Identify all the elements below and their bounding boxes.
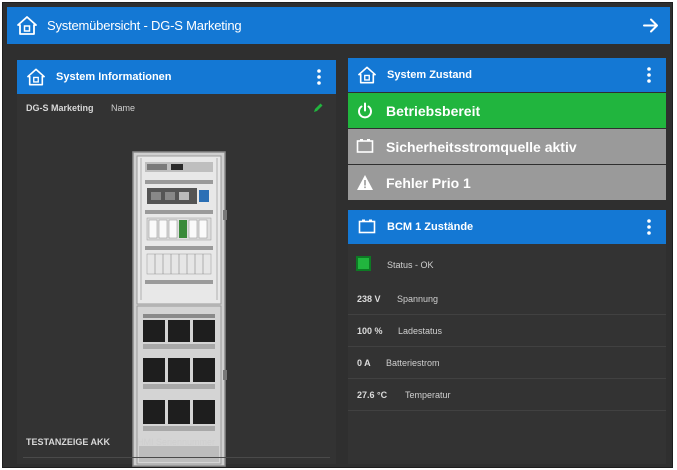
state-safety-power-label: Sicherheitsstromquelle aktiv <box>386 139 577 155</box>
cabinet-image <box>132 151 227 467</box>
charge-label: Ladestatus <box>398 326 443 336</box>
state-safety-power: Sicherheitsstromquelle aktiv <box>348 129 666 164</box>
measurement-row: 238 V Spannung <box>348 283 666 315</box>
page-title: Systemübersicht - DG-S Marketing <box>47 18 242 33</box>
system-info-title: System Informationen <box>56 71 172 83</box>
state-error-prio1: Fehler Prio 1 <box>348 165 666 200</box>
app-window: Systemübersicht - DG-S Marketing System … <box>2 2 673 468</box>
arrow-right-icon[interactable] <box>642 17 660 34</box>
state-error-prio1-label: Fehler Prio 1 <box>386 175 471 191</box>
hmi-serial-label: HMI Seriennummer <box>137 437 216 447</box>
battery-icon <box>358 219 376 234</box>
kebab-menu-icon[interactable] <box>646 66 652 84</box>
battery-icon <box>356 139 374 153</box>
state-ready: Betriebsbereit <box>348 93 666 128</box>
status-indicator <box>356 256 371 271</box>
charge-value: 100 % <box>357 326 383 336</box>
top-bar: Systemübersicht - DG-S Marketing <box>7 7 670 44</box>
measurement-row: 0 A Batteriestrom <box>348 347 666 379</box>
home-icon[interactable] <box>17 16 37 35</box>
system-state-title: System Zustand <box>387 69 472 81</box>
home-icon <box>27 68 45 86</box>
system-name-label: Name <box>111 103 136 113</box>
bcm-card: BCM 1 Zustände Status - OK 238 V Spannun… <box>348 210 666 464</box>
system-state-header: System Zustand <box>348 58 666 92</box>
kebab-menu-icon[interactable] <box>316 68 322 86</box>
temperature-label: Temperatur <box>405 390 451 400</box>
temperature-value: 27.6 °C <box>357 390 388 400</box>
divider <box>23 457 330 458</box>
hmi-serial-row: TESTANZEIGE AKK HMI Seriennummer <box>26 437 215 447</box>
system-name-value: DG-S Marketing <box>26 103 94 113</box>
home-icon <box>358 66 376 84</box>
voltage-label: Spannung <box>397 294 439 304</box>
system-name-row: DG-S Marketing Name <box>26 103 135 113</box>
hmi-serial-value: TESTANZEIGE AKK <box>26 437 111 447</box>
bcm-header: BCM 1 Zustände <box>348 210 666 244</box>
measurement-row: 27.6 °C Temperatur <box>348 379 666 411</box>
divider <box>348 410 666 411</box>
current-value: 0 A <box>357 358 371 368</box>
measurement-row: 100 % Ladestatus <box>348 315 666 347</box>
system-state-card: System Zustand Betriebsbereit Sicherheit… <box>348 58 666 200</box>
system-info-header: System Informationen <box>17 60 336 94</box>
edit-pencil-icon[interactable] <box>312 102 324 114</box>
system-info-card: System Informationen DG-S Marketing Name <box>17 60 336 467</box>
kebab-menu-icon[interactable] <box>646 218 652 236</box>
warning-icon <box>357 175 373 190</box>
power-icon <box>358 102 372 119</box>
current-label: Batteriestrom <box>386 358 440 368</box>
status-text: Status - OK <box>387 260 434 270</box>
state-ready-label: Betriebsbereit <box>386 103 481 119</box>
bcm-title: BCM 1 Zustände <box>387 221 474 233</box>
voltage-value: 238 V <box>357 294 381 304</box>
